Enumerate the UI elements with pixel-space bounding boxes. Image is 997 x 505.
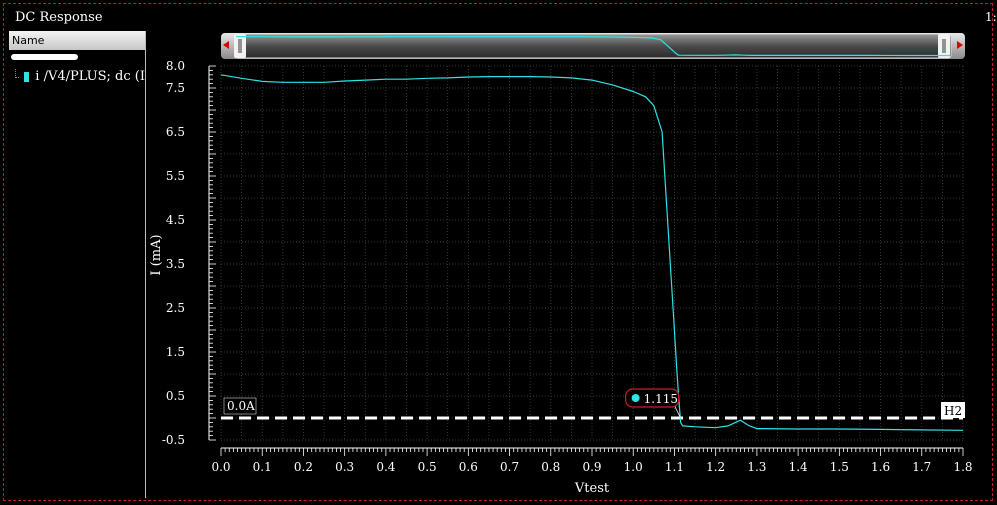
x-tick-label: 0.3 bbox=[335, 460, 354, 474]
x-tick-label: 0.9 bbox=[582, 460, 601, 474]
x-tick-label: 0.5 bbox=[418, 460, 437, 474]
slider-right-handle[interactable] bbox=[938, 34, 950, 58]
marker-dot-icon bbox=[631, 394, 640, 402]
y-tick-label: 8.0 bbox=[166, 59, 185, 73]
chart[interactable]: 0.0 0.1 0.2 0.3 0.4 0.5 0.6 0.7 0.8 0.9 1.0 1.1 1.2 1… bbox=[0, 0, 997, 505]
x-axis-label: Vtest bbox=[574, 481, 610, 496]
x-tick-label: 1.0 bbox=[624, 460, 643, 474]
x-tick-label: 0.6 bbox=[459, 460, 478, 474]
slider-left-handle[interactable] bbox=[234, 34, 246, 58]
x-tick-label: 1.2 bbox=[706, 460, 725, 474]
y-tick-label: 7.5 bbox=[166, 81, 185, 95]
y-tick-label: 3.5 bbox=[166, 257, 185, 271]
x-tick-label: 0.7 bbox=[500, 460, 519, 474]
h-marker-value-label: 0.0A bbox=[227, 399, 255, 413]
x-tick-label: 1.4 bbox=[789, 460, 808, 474]
x-tick-label: 1.6 bbox=[871, 460, 890, 474]
overview-slider[interactable] bbox=[221, 33, 965, 59]
y-axis-label: I (mA) bbox=[149, 234, 164, 275]
point-marker[interactable]: 1.115 bbox=[625, 388, 681, 419]
h-marker[interactable]: 0.0A H2 bbox=[221, 397, 965, 420]
x-axis-ticks: 0.0 0.1 0.2 0.3 0.4 0.5 0.6 0.7 0.8 0.9 1.0 1.1 1.2 1… bbox=[211, 448, 973, 474]
y-tick-label: -0.5 bbox=[162, 433, 185, 447]
y-tick-label: 1.5 bbox=[166, 345, 185, 359]
x-tick-label: 0.0 bbox=[211, 460, 230, 474]
y-tick-label: 4.5 bbox=[166, 213, 185, 227]
x-tick-label: 0.8 bbox=[541, 460, 560, 474]
y-tick-label: 0.5 bbox=[166, 389, 185, 403]
x-tick-label: 0.4 bbox=[376, 460, 395, 474]
x-tick-label: 1.8 bbox=[953, 460, 972, 474]
h-marker-name-label[interactable]: H2 bbox=[944, 404, 962, 418]
x-tick-label: 1.5 bbox=[830, 460, 849, 474]
x-tick-label: 0.1 bbox=[253, 460, 272, 474]
y-tick-label: 6.5 bbox=[166, 125, 185, 139]
chart-axes bbox=[208, 66, 963, 449]
y-tick-label: 5.5 bbox=[166, 169, 185, 183]
x-tick-label: 1.1 bbox=[665, 460, 684, 474]
y-tick-label: 2.5 bbox=[166, 301, 185, 315]
chart-grid bbox=[220, 65, 964, 441]
x-tick-label: 1.7 bbox=[912, 460, 931, 474]
x-tick-label: 1.3 bbox=[747, 460, 766, 474]
marker-value-label: 1.115 bbox=[644, 392, 678, 406]
y-axis-ticks: 8.0 7.5 6.5 5.5 4.5 3.5 2.5 1.5 0.5 -0.5 bbox=[162, 59, 216, 447]
overview-slider-window[interactable] bbox=[234, 33, 952, 59]
x-tick-label: 0.2 bbox=[294, 460, 313, 474]
